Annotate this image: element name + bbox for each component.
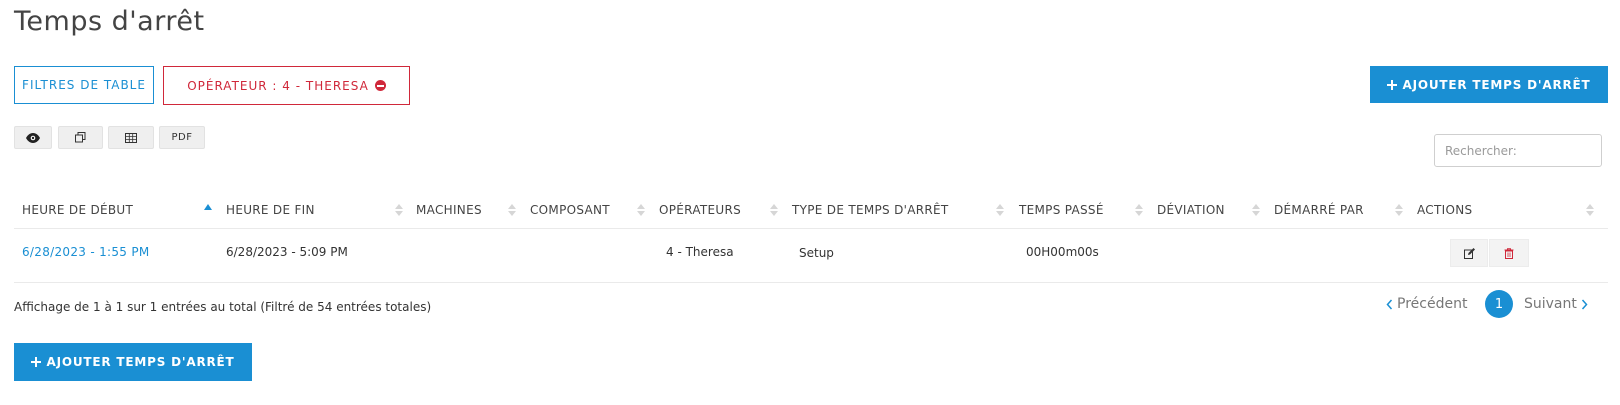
sort-icon[interactable]: [395, 203, 403, 217]
row-end-time: 6/28/2023 - 5:09 PM: [226, 245, 348, 259]
column-header-type[interactable]: TYPE DE TEMPS D'ARRÊT: [792, 203, 949, 217]
delete-button[interactable]: [1489, 239, 1529, 267]
row-downtime-type: Setup: [799, 246, 834, 260]
operator-filter-button[interactable]: OPÉRATEUR : 4 - THERESA: [163, 66, 410, 105]
sort-icon[interactable]: [508, 203, 516, 217]
column-visibility-button[interactable]: [14, 126, 52, 149]
edit-icon: [1463, 247, 1475, 259]
add-downtime-button-top[interactable]: AJOUTER TEMPS D'ARRÊT: [1370, 66, 1608, 103]
row-start-time-link[interactable]: 6/28/2023 - 1:55 PM: [22, 245, 150, 259]
row-divider: [14, 282, 1608, 283]
trash-icon: [1504, 247, 1514, 259]
column-header-component[interactable]: COMPOSANT: [530, 203, 610, 217]
add-downtime-label: AJOUTER TEMPS D'ARRÊT: [1402, 77, 1591, 92]
copy-icon: [75, 132, 86, 143]
pagination-previous[interactable]: Précédent: [1386, 296, 1467, 312]
column-header-actions[interactable]: ACTIONS: [1417, 203, 1472, 217]
pagination-previous-label: Précédent: [1397, 296, 1468, 312]
excel-export-button[interactable]: [108, 126, 154, 149]
copy-button[interactable]: [58, 126, 103, 149]
pagination-next-label: Suivant: [1524, 296, 1577, 312]
sort-icon[interactable]: [1252, 203, 1260, 217]
column-header-end[interactable]: HEURE DE FIN: [226, 203, 315, 217]
search-input[interactable]: [1434, 134, 1602, 167]
add-downtime-label: AJOUTER TEMPS D'ARRÊT: [46, 355, 235, 369]
plus-icon: [1387, 79, 1398, 90]
add-downtime-button-bottom[interactable]: AJOUTER TEMPS D'ARRÊT: [14, 343, 252, 381]
column-header-time-spent[interactable]: TEMPS PASSÉ: [1019, 203, 1104, 217]
column-header-started-by[interactable]: DÉMARRÉ PAR: [1274, 203, 1364, 217]
sort-icon[interactable]: [770, 203, 778, 217]
sort-icon[interactable]: [1395, 203, 1403, 217]
table-filters-label: FILTRES DE TABLE: [22, 78, 146, 92]
pdf-export-button[interactable]: PDF: [159, 126, 205, 149]
sort-icon[interactable]: [996, 203, 1004, 217]
table-icon: [125, 132, 137, 143]
sort-icon[interactable]: [637, 203, 645, 217]
row-operators: 4 - Theresa: [666, 245, 734, 259]
pagination-next[interactable]: Suivant: [1524, 296, 1588, 312]
sort-asc-icon[interactable]: [204, 203, 212, 211]
table-filters-button[interactable]: FILTRES DE TABLE: [14, 66, 154, 104]
sort-icon[interactable]: [1135, 203, 1143, 217]
minus-circle-icon: [374, 80, 386, 91]
page-title: Temps d'arrêt: [14, 6, 205, 37]
table-info: Affichage de 1 à 1 sur 1 entrées au tota…: [14, 300, 432, 314]
operator-filter-label: OPÉRATEUR : 4 - THERESA: [187, 78, 369, 93]
row-time-spent: 00H00m00s: [1026, 245, 1099, 259]
sort-icon[interactable]: [1586, 203, 1594, 217]
chevron-left-icon: [1386, 299, 1393, 309]
column-header-operators[interactable]: OPÉRATEURS: [659, 203, 741, 217]
edit-button[interactable]: [1450, 239, 1488, 267]
plus-icon: [31, 357, 42, 367]
column-header-machines[interactable]: MACHINES: [416, 203, 482, 217]
column-header-deviation[interactable]: DÉVIATION: [1157, 203, 1225, 217]
column-header-start[interactable]: HEURE DE DÉBUT: [22, 203, 133, 217]
pagination-page-current[interactable]: 1: [1485, 290, 1513, 318]
header-divider: [14, 228, 1608, 229]
eye-icon: [26, 132, 40, 143]
chevron-right-icon: [1581, 299, 1588, 309]
